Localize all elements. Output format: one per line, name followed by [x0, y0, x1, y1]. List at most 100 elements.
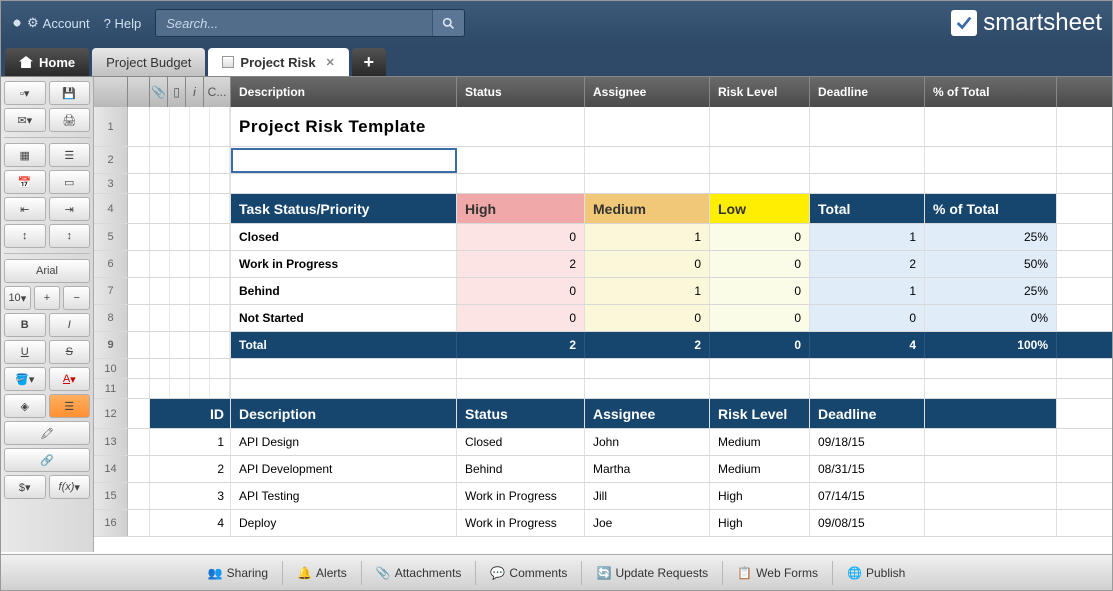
- table-row[interactable]: 9 Total 2 2 0 4 100%: [94, 332, 1112, 359]
- cell[interactable]: 100%: [925, 332, 1057, 358]
- cell[interactable]: 2: [585, 332, 710, 358]
- text-color-button[interactable]: A▾: [49, 367, 91, 391]
- calendar-view-button[interactable]: 📅: [4, 170, 46, 194]
- table-row[interactable]: 16 4 Deploy Work in Progress Joe High 09…: [94, 510, 1112, 537]
- cell[interactable]: 0: [710, 224, 810, 250]
- cell[interactable]: 0: [710, 332, 810, 358]
- decrease-font-button[interactable]: −: [63, 286, 90, 310]
- table-row[interactable]: 8 Not Started 0 0 0 0 0%: [94, 305, 1112, 332]
- cell[interactable]: 0: [457, 305, 585, 331]
- cell[interactable]: 2: [217, 462, 224, 476]
- summary-header-task[interactable]: Task Status/Priority: [231, 194, 457, 223]
- cell[interactable]: 2: [810, 251, 925, 277]
- cell[interactable]: Jill: [585, 483, 710, 509]
- row-number[interactable]: 2: [94, 147, 128, 173]
- summary-header-high[interactable]: High: [457, 194, 585, 223]
- cell[interactable]: 1: [217, 435, 224, 449]
- sort-desc-button[interactable]: ↕: [49, 224, 91, 248]
- cell[interactable]: API Testing: [231, 483, 457, 509]
- row-number[interactable]: 9: [94, 332, 128, 358]
- summary-header-medium[interactable]: Medium: [585, 194, 710, 223]
- save-as-button[interactable]: 💾: [49, 81, 91, 105]
- row-number[interactable]: 8: [94, 305, 128, 331]
- table-row[interactable]: 15 3 API Testing Work in Progress Jill H…: [94, 483, 1112, 510]
- link-button[interactable]: 🔗: [4, 448, 90, 472]
- web-forms-button[interactable]: 📋Web Forms: [723, 561, 833, 585]
- increase-font-button[interactable]: +: [34, 286, 61, 310]
- cell[interactable]: Joe: [585, 510, 710, 536]
- cell[interactable]: 0: [585, 305, 710, 331]
- attachments-button[interactable]: 📎Attachments: [362, 561, 477, 585]
- cell[interactable]: High: [710, 510, 810, 536]
- table-row[interactable]: 5 Closed 0 1 0 1 25%: [94, 224, 1112, 251]
- gantt-view-button[interactable]: ☰: [49, 143, 91, 167]
- cell[interactable]: 2: [457, 251, 585, 277]
- cell[interactable]: 0: [810, 305, 925, 331]
- add-tab-button[interactable]: +: [352, 48, 386, 76]
- cell[interactable]: 4: [810, 332, 925, 358]
- cell[interactable]: 0: [710, 251, 810, 277]
- attachment-header[interactable]: 📎: [150, 77, 168, 107]
- table-row[interactable]: 7 Behind 0 1 0 1 25%: [94, 278, 1112, 305]
- c-header[interactable]: C...: [204, 77, 231, 107]
- table-row[interactable]: 11: [94, 379, 1112, 399]
- sheet-title[interactable]: Project Risk Template: [231, 107, 585, 146]
- cell[interactable]: 07/14/15: [810, 483, 925, 509]
- table-row[interactable]: 2: [94, 147, 1112, 174]
- email-button[interactable]: ✉▾: [4, 108, 46, 132]
- table-row[interactable]: 12 ID Description Status Assignee Risk L…: [94, 399, 1112, 429]
- summary-header-total[interactable]: Total: [810, 194, 925, 223]
- summary-label[interactable]: Closed: [231, 224, 457, 250]
- update-requests-button[interactable]: 🔄Update Requests: [582, 561, 723, 585]
- task-assignee-header[interactable]: Assignee: [585, 399, 710, 428]
- row-number[interactable]: 10: [94, 359, 128, 378]
- font-size-select[interactable]: 10▾: [4, 286, 31, 310]
- home-tab[interactable]: Home: [5, 48, 89, 76]
- bold-button[interactable]: B: [4, 313, 46, 337]
- cell[interactable]: John: [585, 429, 710, 455]
- fill-color-button[interactable]: 🪣▾: [4, 367, 46, 391]
- indicator-header[interactable]: i: [186, 77, 204, 107]
- sharing-button[interactable]: 👥Sharing: [194, 561, 283, 585]
- table-row[interactable]: 6 Work in Progress 2 0 0 2 50%: [94, 251, 1112, 278]
- cell[interactable]: High: [710, 483, 810, 509]
- summary-header-low[interactable]: Low: [710, 194, 810, 223]
- task-desc-header[interactable]: Description: [231, 399, 457, 428]
- row-number[interactable]: 14: [94, 456, 128, 482]
- table-row[interactable]: 4 Task Status/Priority High Medium Low T…: [94, 194, 1112, 224]
- sort-asc-button[interactable]: ↕: [4, 224, 46, 248]
- risk-level-header[interactable]: Risk Level: [710, 77, 810, 107]
- close-icon[interactable]: ✕: [326, 56, 335, 69]
- cell[interactable]: Work in Progress: [457, 510, 585, 536]
- cell[interactable]: 3: [217, 489, 224, 503]
- help-menu[interactable]: ? Help: [104, 16, 142, 31]
- row-number[interactable]: 13: [94, 429, 128, 455]
- cell[interactable]: API Development: [231, 456, 457, 482]
- cell[interactable]: 4: [217, 516, 224, 530]
- conditional-format-button[interactable]: ◈: [4, 394, 46, 418]
- table-row[interactable]: 13 1 API Design Closed John Medium 09/18…: [94, 429, 1112, 456]
- tab-project-risk[interactable]: Project Risk✕: [208, 48, 348, 76]
- row-number[interactable]: 6: [94, 251, 128, 277]
- cell[interactable]: 1: [810, 224, 925, 250]
- cell[interactable]: 1: [585, 278, 710, 304]
- summary-header-pct[interactable]: % of Total: [925, 194, 1057, 223]
- row-number[interactable]: 11: [94, 379, 128, 398]
- cell[interactable]: Work in Progress: [457, 483, 585, 509]
- font-select[interactable]: Arial: [4, 259, 90, 283]
- table-row[interactable]: 14 2 API Development Behind Martha Mediu…: [94, 456, 1112, 483]
- row-number[interactable]: 16: [94, 510, 128, 536]
- cell[interactable]: API Design: [231, 429, 457, 455]
- formula-button[interactable]: f(x)▾: [49, 475, 91, 499]
- save-button[interactable]: ▫▾: [4, 81, 46, 105]
- task-status-header[interactable]: Status: [457, 399, 585, 428]
- row-number[interactable]: 1: [94, 107, 128, 146]
- search-button[interactable]: [432, 10, 464, 36]
- cell[interactable]: Deploy: [231, 510, 457, 536]
- row-number[interactable]: 5: [94, 224, 128, 250]
- print-button[interactable]: 🖨: [49, 108, 91, 132]
- cell[interactable]: 0: [585, 251, 710, 277]
- table-row[interactable]: 10: [94, 359, 1112, 379]
- summary-label[interactable]: Work in Progress: [231, 251, 457, 277]
- cell[interactable]: Behind: [457, 456, 585, 482]
